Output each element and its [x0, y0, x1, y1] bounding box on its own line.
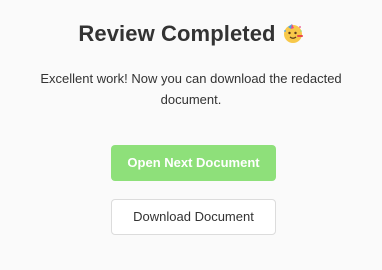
- review-completed-panel: Review Completed Excellent work! Now you…: [0, 0, 382, 270]
- partying-face-icon: [282, 22, 304, 44]
- completion-message: Excellent work! Now you can download the…: [40, 71, 342, 107]
- open-next-document-button[interactable]: Open Next Document: [111, 145, 276, 181]
- page-title: Review Completed: [0, 19, 382, 49]
- title-text: Review Completed: [78, 21, 276, 46]
- download-document-button[interactable]: Download Document: [111, 199, 276, 235]
